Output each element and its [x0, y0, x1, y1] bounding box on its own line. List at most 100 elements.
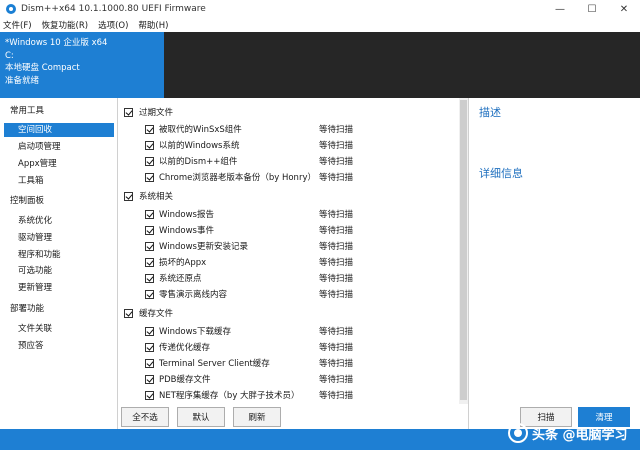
group-row-cache[interactable]: 缓存文件	[119, 305, 449, 321]
nav-item-toolbox[interactable]: 工具箱	[0, 174, 117, 188]
nav-item-space-cleanup[interactable]: 空间回收	[4, 123, 114, 137]
list-item[interactable]: 被取代的WinSxS组件 等待扫描	[119, 121, 449, 137]
checkbox[interactable]	[145, 257, 154, 267]
nav-item-updates[interactable]: 更新管理	[0, 281, 117, 295]
item-label: 损坏的Appx	[159, 258, 207, 268]
item-status: 等待扫描	[319, 157, 354, 167]
item-status: 等待扫描	[319, 210, 354, 220]
list-item[interactable]: NET程序集缓存（by 大胖子技术员） 等待扫描	[119, 387, 449, 403]
checkbox[interactable]	[145, 289, 154, 299]
item-status: 等待扫描	[319, 327, 354, 337]
checkbox[interactable]	[124, 107, 133, 117]
item-label: 被取代的WinSxS组件	[159, 125, 242, 135]
watermark: 头条 @电脑学习	[508, 420, 628, 446]
item-label: PDB缓存文件	[159, 375, 211, 385]
session-status: 准备就绪	[5, 75, 40, 86]
nav-group-common-tools: 常用工具	[10, 106, 45, 116]
checkbox[interactable]	[145, 209, 154, 219]
item-status: 等待扫描	[319, 125, 354, 135]
nav-item-optional[interactable]: 可选功能	[0, 264, 117, 278]
checkbox[interactable]	[145, 342, 154, 352]
list-item[interactable]: 传递优化缓存 等待扫描	[119, 339, 449, 355]
list-item[interactable]: Chrome浏览器老版本备份（by Honry） 等待扫描	[119, 169, 449, 185]
checkbox[interactable]	[145, 156, 154, 166]
list-item[interactable]: Windows更新安装记录 等待扫描	[119, 238, 449, 254]
window-title: Dism++x64 10.1.1000.80 UEFI Firmware	[21, 4, 206, 14]
header-dark-area	[164, 32, 640, 98]
menu-options[interactable]: 选项(O)	[98, 19, 128, 31]
nav-item-sys-optimize[interactable]: 系统优化	[0, 214, 117, 228]
checkbox[interactable]	[145, 326, 154, 336]
checkbox[interactable]	[145, 172, 154, 182]
checkbox[interactable]	[145, 140, 154, 150]
item-label: Windows更新安装记录	[159, 242, 248, 252]
menu-restore[interactable]: 恢复功能(R)	[42, 19, 89, 31]
nav-item-programs[interactable]: 程序和功能	[0, 248, 117, 262]
maximize-button[interactable]: ☐	[576, 0, 608, 18]
list-item[interactable]: Windows下载缓存 等待扫描	[119, 323, 449, 339]
nav-item-drivers[interactable]: 驱动管理	[0, 231, 117, 245]
refresh-button[interactable]: 刷新	[233, 407, 281, 427]
item-label: Windows事件	[159, 226, 214, 236]
checkbox[interactable]	[145, 390, 154, 400]
item-status: 等待扫描	[319, 173, 354, 183]
scrollbar-thumb[interactable]	[460, 100, 467, 400]
menu-help[interactable]: 帮助(H)	[138, 19, 168, 31]
nav-item-file-assoc[interactable]: 文件关联	[0, 322, 117, 336]
list-item[interactable]: 系统还原点 等待扫描	[119, 270, 449, 286]
watermark-text: 头条 @电脑学习	[532, 427, 628, 443]
item-status: 等待扫描	[319, 258, 354, 268]
list-item[interactable]: 零售演示离线内容 等待扫描	[119, 286, 449, 302]
minimize-button[interactable]: —	[544, 0, 576, 18]
list-item[interactable]: Windows事件 等待扫描	[119, 222, 449, 238]
item-label: 零售演示离线内容	[159, 290, 228, 300]
item-label: Chrome浏览器老版本备份（by Honry）	[159, 173, 316, 183]
checkbox[interactable]	[145, 358, 154, 368]
checkbox[interactable]	[145, 124, 154, 134]
group-row-expired-files[interactable]: 过期文件	[119, 104, 449, 120]
menu-file[interactable]: 文件(F)	[3, 19, 32, 31]
item-label: Terminal Server Client缓存	[159, 359, 270, 369]
title-bar: Dism++x64 10.1.1000.80 UEFI Firmware — ☐…	[0, 0, 640, 18]
window-controls: — ☐ ✕	[544, 0, 640, 18]
default-button[interactable]: 默认	[177, 407, 225, 427]
description-heading: 描述	[479, 106, 501, 119]
deselect-all-button[interactable]: 全不选	[121, 407, 169, 427]
group-row-system[interactable]: 系统相关	[119, 188, 449, 204]
nav-item-appx[interactable]: Appx管理	[0, 157, 117, 171]
nav-item-startup[interactable]: 启动项管理	[0, 140, 117, 154]
checkbox[interactable]	[145, 374, 154, 384]
item-status: 等待扫描	[319, 242, 354, 252]
checkbox[interactable]	[124, 191, 133, 201]
group-label: 过期文件	[139, 108, 174, 118]
item-label: Windows报告	[159, 210, 214, 220]
list-item[interactable]: Terminal Server Client缓存 等待扫描	[119, 355, 449, 371]
list-item[interactable]: 以前的Dism++组件 等待扫描	[119, 153, 449, 169]
group-label: 系统相关	[139, 192, 174, 202]
nav-item-answer-file[interactable]: 预应答	[0, 339, 117, 353]
item-status: 等待扫描	[319, 343, 354, 353]
details-heading: 详细信息	[479, 167, 523, 180]
list-item[interactable]: 损坏的Appx 等待扫描	[119, 254, 449, 270]
checkbox[interactable]	[124, 308, 133, 318]
nav-group-deploy: 部署功能	[10, 304, 45, 314]
app-icon	[6, 4, 16, 14]
session-panel[interactable]: *Windows 10 企业版 x64 C: 本地硬盘 Compact 准备就绪	[0, 32, 164, 98]
checkbox[interactable]	[145, 225, 154, 235]
item-label: 系统还原点	[159, 274, 202, 284]
checkbox[interactable]	[145, 241, 154, 251]
close-button[interactable]: ✕	[608, 0, 640, 18]
sidebar: 常用工具 空间回收 启动项管理 Appx管理 工具箱 控制面板 系统优化 驱动管…	[0, 98, 118, 429]
os-name: *Windows 10 企业版 x64	[5, 38, 108, 48]
group-label: 缓存文件	[139, 309, 174, 319]
list-item[interactable]: Windows报告 等待扫描	[119, 206, 449, 222]
item-status: 等待扫描	[319, 391, 354, 401]
checkbox[interactable]	[145, 273, 154, 283]
list-scrollbar[interactable]	[459, 98, 468, 404]
nav-group-control-panel: 控制面板	[10, 196, 45, 206]
list-item[interactable]: 以前的Windows系统 等待扫描	[119, 137, 449, 153]
list-item[interactable]: PDB缓存文件 等待扫描	[119, 371, 449, 387]
item-status: 等待扫描	[319, 141, 354, 151]
disk-info: 本地硬盘 Compact	[5, 63, 80, 73]
item-status: 等待扫描	[319, 226, 354, 236]
